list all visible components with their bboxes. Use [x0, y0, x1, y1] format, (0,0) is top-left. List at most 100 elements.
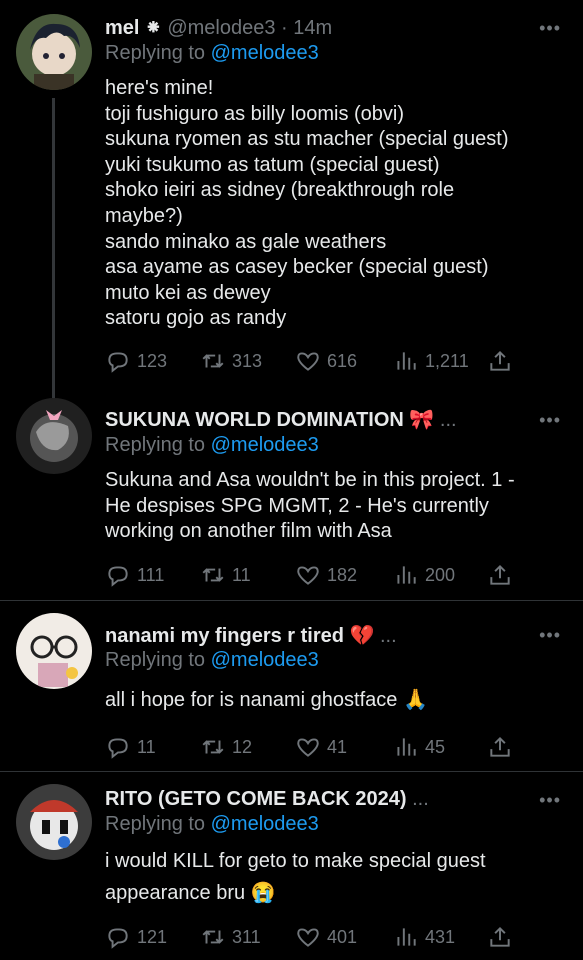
share-button[interactable] [487, 348, 513, 374]
views-button[interactable]: 200 [393, 562, 455, 588]
text-line: appearance bru 😭 [105, 882, 276, 904]
share-icon [490, 350, 510, 371]
share-button[interactable] [487, 924, 513, 950]
reply-button[interactable]: 121 [105, 924, 167, 950]
avatar[interactable] [16, 398, 92, 474]
views-button[interactable]: 45 [393, 734, 445, 760]
share-button[interactable] [487, 734, 513, 760]
like-button[interactable]: 182 [295, 562, 357, 588]
more-icon[interactable]: ••• [539, 625, 561, 646]
reply-count: 11 [137, 736, 156, 757]
views-count: 45 [425, 736, 446, 757]
views-icon [397, 738, 416, 756]
reply-count: 111 [137, 564, 165, 585]
like-icon [297, 738, 319, 757]
views-count: 200 [425, 564, 456, 585]
handle[interactable]: @melodee3 · 14m [167, 17, 332, 39]
retweet-icon [202, 930, 224, 944]
retweet-icon [202, 568, 224, 582]
more-icon[interactable]: ••• [539, 410, 561, 431]
text-line: sukuna ryomen as stu macher (special gue… [105, 128, 509, 151]
tweet-1[interactable]: mel ⁕ @melodee3 · 14m ••• Replying to @m… [0, 0, 583, 400]
retweet-icon [202, 740, 224, 754]
views-count: 431 [425, 926, 456, 947]
text-line: i would KILL for geto to make special gu… [105, 850, 486, 872]
action-bar: 111 11 182 200 [105, 562, 525, 588]
text-line: working on another film with Asa [105, 520, 392, 543]
like-count: 616 [327, 350, 358, 371]
like-button[interactable]: 401 [295, 924, 357, 950]
retweet-button[interactable]: 11 [200, 562, 251, 588]
reply-icon [108, 928, 128, 949]
views-icon [397, 928, 416, 946]
tweet-2[interactable]: SUKUNA WORLD DOMINATION 🎀 ... ••• Replyi… [0, 398, 583, 600]
share-icon [490, 926, 510, 947]
text-line: here's mine! [105, 77, 214, 99]
text-line: maybe?) [105, 204, 183, 227]
more-icon[interactable]: ••• [539, 18, 561, 39]
tweet-text: i would KILL for geto to make special gu… [105, 845, 559, 909]
tweet-header: nanami my fingers r tired 💔 ... [105, 623, 543, 648]
avatar[interactable] [16, 14, 92, 90]
replying-prefix: Replying to [105, 434, 211, 456]
tweet-header: mel ⁕ @melodee3 · 14m [105, 15, 543, 40]
text-line: toji fushiguro as billy loomis (obvi) [105, 102, 405, 125]
like-button[interactable]: 616 [295, 348, 357, 374]
like-count: 401 [327, 926, 358, 947]
mention-link[interactable]: @melodee3 [211, 813, 319, 835]
replying-to: Replying to @melodee3 [105, 434, 319, 457]
handle[interactable]: ... [440, 409, 457, 431]
more-icon[interactable]: ••• [539, 790, 561, 811]
reply-count: 123 [137, 350, 168, 371]
reply-button[interactable]: 111 [105, 562, 164, 588]
text-line: all i hope for is nanami ghostface 🙏 [105, 689, 428, 711]
views-button[interactable]: 1,211 [393, 348, 469, 374]
like-count: 41 [327, 736, 348, 757]
views-button[interactable]: 431 [393, 924, 455, 950]
action-bar: 123 313 616 1,211 [105, 348, 525, 374]
text-line: asa ayame as casey becker (special guest… [105, 256, 489, 279]
reply-count: 121 [137, 926, 168, 947]
replying-prefix: Replying to [105, 649, 211, 671]
replying-to: Replying to @melodee3 [105, 42, 319, 65]
tweet-text: Sukuna and Asa wouldn't be in this proje… [105, 468, 559, 545]
views-count: 1,211 [425, 350, 469, 371]
tweet-3[interactable]: nanami my fingers r tired 💔 ... ••• Repl… [0, 601, 583, 771]
retweet-button[interactable]: 313 [200, 348, 262, 374]
avatar[interactable] [16, 613, 92, 689]
text-line: shoko ieiri as sidney (breakthrough role [105, 179, 455, 202]
retweet-button[interactable]: 12 [200, 734, 252, 760]
display-name[interactable]: RITO (GETO COME BACK 2024) [105, 788, 407, 810]
avatar[interactable] [16, 784, 92, 860]
display-name[interactable]: nanami my fingers r tired 💔 [105, 625, 374, 647]
mention-link[interactable]: @melodee3 [211, 434, 319, 456]
retweet-count: 11 [232, 564, 251, 585]
handle[interactable]: ... [380, 625, 397, 647]
tweet-4[interactable]: RITO (GETO COME BACK 2024) ... ••• Reply… [0, 772, 583, 960]
reply-icon [108, 352, 128, 373]
like-icon [297, 928, 319, 947]
retweet-count: 311 [232, 926, 261, 947]
display-name[interactable]: mel ⁕ [105, 17, 162, 39]
replying-to: Replying to @melodee3 [105, 649, 319, 672]
reply-icon [108, 738, 128, 759]
text-line: muto kei as dewey [105, 281, 271, 304]
mention-link[interactable]: @melodee3 [211, 42, 319, 64]
share-icon [490, 564, 510, 585]
like-count: 182 [327, 564, 358, 585]
retweet-count: 12 [232, 736, 253, 757]
action-bar: 121 311 401 431 [105, 924, 525, 950]
share-button[interactable] [487, 562, 513, 588]
like-button[interactable]: 41 [295, 734, 347, 760]
handle[interactable]: ... [412, 788, 429, 810]
reply-button[interactable]: 11 [105, 734, 156, 760]
mention-link[interactable]: @melodee3 [211, 649, 319, 671]
tweet-text: here's mine! toji fushiguro as billy loo… [105, 76, 559, 332]
text-line: yuki tsukumo as tatum (special guest) [105, 153, 440, 176]
text-line: He despises SPG MGMT, 2 - He's currently [105, 494, 489, 517]
retweet-button[interactable]: 311 [200, 924, 261, 950]
reply-button[interactable]: 123 [105, 348, 167, 374]
display-name[interactable]: SUKUNA WORLD DOMINATION 🎀 [105, 409, 434, 431]
share-icon [490, 736, 510, 757]
reply-icon [108, 566, 128, 587]
